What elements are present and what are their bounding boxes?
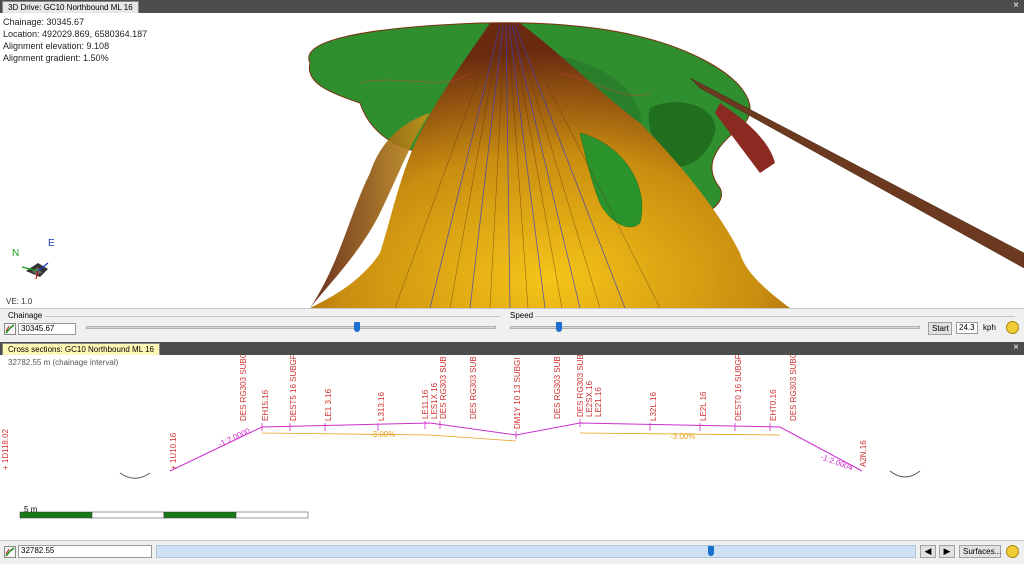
cs-label: DES RG303 SUB bbox=[553, 356, 562, 419]
cs-chainage-slider[interactable] bbox=[156, 545, 916, 558]
chainage-slider-thumb[interactable] bbox=[353, 322, 360, 332]
cross-section-close-icon[interactable]: × bbox=[1011, 343, 1021, 353]
start-button[interactable]: Start bbox=[928, 322, 952, 335]
chainage-slider[interactable] bbox=[86, 326, 496, 329]
cross-section-titlebar: Cross sections: GC10 Northbound ML 16 × bbox=[0, 342, 1024, 355]
cross-section-tab[interactable]: Cross sections: GC10 Northbound ML 16 bbox=[2, 343, 160, 355]
drive-3d-scene bbox=[21, 22, 1024, 308]
cs-label: DEST5 16 SUBGF bbox=[289, 355, 298, 421]
chainage-input[interactable]: 30345.67 bbox=[18, 323, 76, 335]
cs-label: LE2L 16 bbox=[699, 391, 708, 421]
cs-label: L32L.16 bbox=[649, 392, 658, 421]
gradient-readout: Alignment gradient: 1.50% bbox=[3, 53, 109, 63]
drive-info-overlay: Chainage: 30345.67 Location: 492029.869,… bbox=[3, 16, 147, 64]
scale-bar-label: 5 m bbox=[24, 505, 38, 514]
drive-panel-titlebar: 3D Drive: GC10 Northbound ML 16 × bbox=[0, 0, 1024, 13]
speed-unit-label: kph bbox=[983, 323, 996, 332]
slope-right-label: -1:2.0004 bbox=[819, 452, 854, 472]
vertical-exaggeration-label: VE: 1.0 bbox=[6, 297, 33, 306]
location-readout: Location: 492029.869, 6580364.187 bbox=[3, 29, 148, 39]
speed-slider-thumb[interactable] bbox=[556, 322, 563, 332]
cs-label: DEST0 16 SUBGF bbox=[734, 355, 743, 421]
speed-group-label: Speed bbox=[510, 311, 534, 320]
scale-bar bbox=[19, 511, 309, 519]
cs-label: DES RG303 SUB bbox=[439, 356, 448, 419]
cs-label: LE11.16 bbox=[421, 389, 430, 419]
chainage-group-label: Chainage bbox=[8, 311, 43, 320]
next-section-button[interactable]: ▶ bbox=[939, 545, 955, 558]
drive-controls-bar: Chainage 30345.67 Speed Start 24.3 kph bbox=[0, 308, 1024, 342]
cs-label: + 1U10.16 bbox=[169, 432, 178, 470]
cs-label: DES RG303 SUBG bbox=[576, 355, 585, 417]
elevation-readout: Alignment elevation: 9.108 bbox=[3, 41, 110, 51]
compass-north-label: N bbox=[12, 248, 20, 259]
speed-slider[interactable] bbox=[510, 326, 920, 329]
crossfall-right-label: -3.00% bbox=[670, 432, 695, 441]
chainage-group-divider bbox=[45, 316, 500, 317]
drive-panel-close-icon[interactable]: × bbox=[1011, 1, 1021, 11]
cs-label: LE2SX.16 bbox=[585, 380, 594, 417]
cs-label: LE21.16 bbox=[594, 387, 603, 417]
cs-label: LES1X.16 bbox=[430, 382, 439, 419]
cross-section-drawing: + 1D118.02 + 1U10.16 DES RG303 SUBGR EH1… bbox=[1, 355, 921, 519]
drive-3d-viewport[interactable]: Chainage: 30345.67 Location: 492029.869,… bbox=[0, 13, 1024, 308]
chainage-readout: Chainage: 30345.67 bbox=[3, 17, 85, 27]
cs-label: + 1D118.02 bbox=[1, 428, 10, 470]
compass-east-label: E bbox=[48, 238, 55, 249]
chainage-icon[interactable] bbox=[4, 323, 16, 335]
cs-label: A2N.16 bbox=[859, 440, 868, 467]
surfaces-button[interactable]: Surfaces... bbox=[959, 545, 1001, 558]
cs-label: DES RG303 SUBGR bbox=[239, 355, 248, 421]
cs-chainage-input[interactable]: 32782.55 bbox=[18, 545, 152, 558]
cs-label: DM1Y 10 13 SUBGI bbox=[513, 358, 522, 429]
speed-group-divider bbox=[535, 316, 1015, 317]
drive-panel-tab[interactable]: 3D Drive: GC10 Northbound ML 16 bbox=[2, 1, 139, 13]
cs-label: EH15.16 bbox=[261, 389, 270, 421]
cs-label: LE1 3.16 bbox=[324, 388, 333, 421]
previous-section-button[interactable]: ◀ bbox=[920, 545, 936, 558]
cs-label: DES RG303 SUBGR bbox=[789, 355, 798, 421]
crossfall-left-label: -3.00% bbox=[370, 430, 395, 439]
smiley-icon[interactable] bbox=[1006, 545, 1019, 558]
cs-label: DES RG303 SUB bbox=[469, 356, 478, 419]
cross-section-viewport[interactable]: 32782.55 m (chainage interval) + 1D118.0… bbox=[0, 355, 1024, 540]
cs-chainage-slider-thumb[interactable] bbox=[707, 546, 714, 556]
slope-left-label: -1:2.0000 bbox=[217, 426, 252, 449]
chainage-icon[interactable] bbox=[4, 546, 16, 558]
chainage-interval-label: 32782.55 m (chainage interval) bbox=[8, 358, 119, 367]
cs-label: L313.16 bbox=[377, 392, 386, 421]
cs-label: EHT0.16 bbox=[769, 389, 778, 421]
compass-icon bbox=[21, 262, 49, 280]
cross-section-controls-bar: 32782.55 ◀ ▶ Surfaces... bbox=[0, 540, 1024, 564]
smiley-icon[interactable] bbox=[1006, 321, 1019, 334]
speed-input[interactable]: 24.3 bbox=[956, 322, 978, 334]
